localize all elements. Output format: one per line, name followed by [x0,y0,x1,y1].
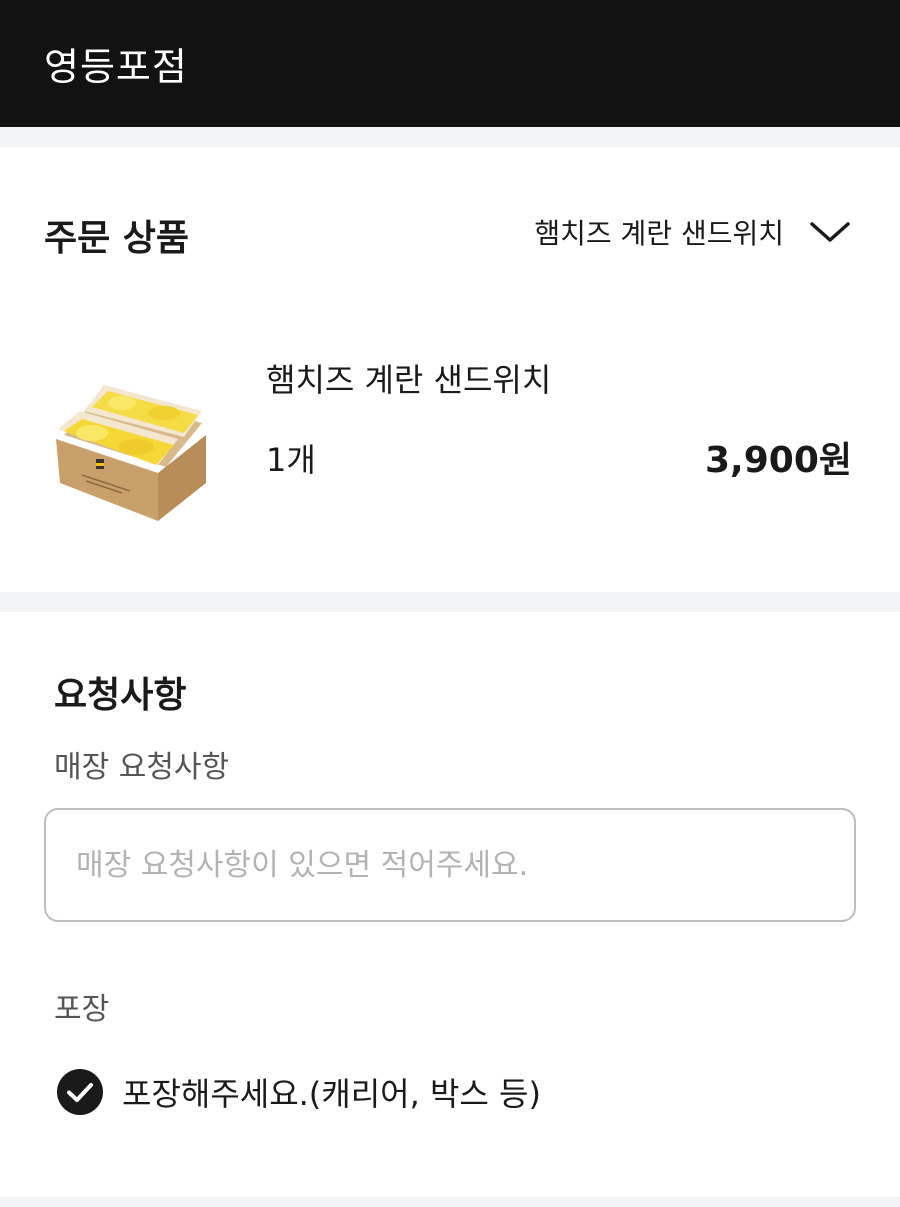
section-divider [0,127,900,147]
order-item-name: 햄치즈 계란 샌드위치 [266,361,552,399]
egg-sandwich-icon [56,385,206,521]
store-request-label: 매장 요청사항 [54,750,230,785]
order-item-quantity: 1개 [266,441,316,479]
store-request-input[interactable] [44,808,856,922]
section-divider [0,1197,900,1207]
order-item-price: 3,900원 [705,440,852,481]
packaging-option-label: 포장해주세요.(캐리어, 박스 등) [122,1075,541,1113]
section-divider [0,592,900,612]
order-items-section: 주문 상품 햄치즈 계란 샌드위치 햄치즈 계란 샌드위치 1개 3,900원 [0,147,900,592]
order-items-heading: 주문 상품 [44,218,190,259]
store-name: 영등포점 [44,45,188,89]
check-circle-icon [57,1069,103,1115]
top-bar: 영등포점 [0,0,900,127]
packaging-label: 포장 [54,992,110,1027]
request-heading: 요청사항 [54,675,187,716]
order-summary-label: 햄치즈 계란 샌드위치 [534,217,784,250]
order-summary-toggle[interactable]: 햄치즈 계란 샌드위치 [534,209,852,255]
packaging-checkbox[interactable]: 포장해주세요.(캐리어, 박스 등) [56,1068,541,1116]
request-section: 요청사항 매장 요청사항 포장 포장해주세요.(캐리어, 박스 등) [0,612,900,1197]
chevron-down-icon [810,222,850,242]
